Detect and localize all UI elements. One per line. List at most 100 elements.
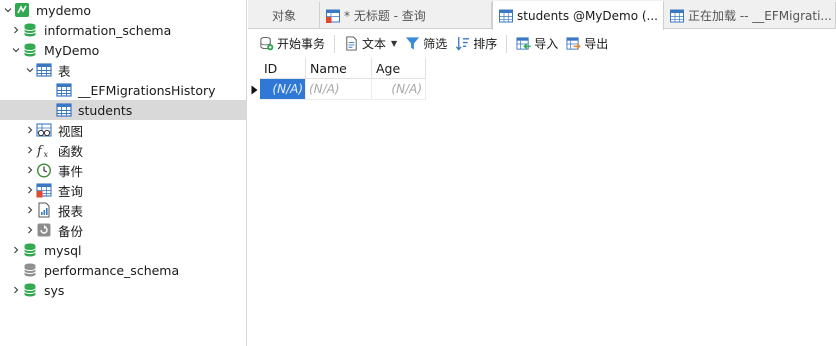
tree-item-reports-folder[interactable]: 报表 xyxy=(0,200,247,220)
tree-item-functions-folder[interactable]: fx 函数 xyxy=(0,140,247,160)
data-grid: ID Name Age (N/A) (N/A) (N/A) xyxy=(248,58,836,346)
column-header-label: Name xyxy=(310,61,347,76)
column-header-id[interactable]: ID xyxy=(260,58,306,79)
tree-item-label: 备份 xyxy=(58,223,84,239)
begin-transaction-label: 开始事务 xyxy=(277,37,326,51)
chevron-right-icon[interactable] xyxy=(24,180,36,200)
clock-icon xyxy=(36,162,52,178)
tree-item-label: 表 xyxy=(58,63,71,79)
tree-item-label: performance_schema xyxy=(44,262,180,278)
tree-item-label: sys xyxy=(44,282,65,298)
column-header-age[interactable]: Age xyxy=(372,58,426,79)
import-button[interactable]: 导入 xyxy=(512,33,562,55)
toolbar-divider xyxy=(506,34,508,53)
chevron-down-icon[interactable] xyxy=(2,0,14,20)
table-icon xyxy=(56,102,72,118)
export-label: 导出 xyxy=(584,37,609,51)
chevron-down-icon[interactable] xyxy=(10,40,22,60)
begin-transaction-button[interactable]: 开始事务 xyxy=(255,33,329,55)
tree-item-db-performance-schema[interactable]: performance_schema xyxy=(0,260,247,280)
chevron-right-icon[interactable] xyxy=(24,220,36,240)
chevron-right-icon[interactable] xyxy=(24,120,36,140)
toolbar-divider xyxy=(334,34,336,53)
transaction-icon xyxy=(260,36,274,51)
dropdown-caret-icon[interactable]: ▼ xyxy=(391,39,397,48)
cell-value: (N/A) xyxy=(272,82,303,96)
filter-label: 筛选 xyxy=(423,37,448,51)
text-view-button[interactable]: 文本 ▼ xyxy=(340,33,401,55)
chevron-right-icon[interactable] xyxy=(10,240,22,260)
report-icon xyxy=(36,202,52,218)
navigator-panel: mydemo information_schema MyDemo 表 __EFM… xyxy=(0,0,247,346)
database-icon xyxy=(22,42,38,58)
tab-students-table[interactable]: students @MyDemo (... xyxy=(492,1,664,30)
text-doc-icon xyxy=(346,36,357,51)
tree-item-label: 视图 xyxy=(58,123,84,139)
query-icon xyxy=(36,182,52,198)
tree-item-views-folder[interactable]: 视图 xyxy=(0,120,247,140)
filter-button[interactable]: 筛选 xyxy=(401,33,451,55)
tab-loading-efmigrations[interactable]: 正在加载 -- __EFMigrati... xyxy=(664,2,836,29)
sort-icon xyxy=(456,36,470,51)
tree-item-label: 报表 xyxy=(58,203,84,219)
column-header-label: ID xyxy=(264,61,278,76)
import-label: 导入 xyxy=(534,37,559,51)
query-tab-icon xyxy=(326,9,340,23)
tab-label: 对象 xyxy=(272,9,297,23)
data-toolbar: 开始事务 文本 ▼ 筛选 排序 导入 导出 xyxy=(248,30,836,57)
database-icon xyxy=(22,242,38,258)
column-header-label: Age xyxy=(376,61,401,76)
tree-item-label: information_schema xyxy=(44,22,172,38)
cell-value: (N/A) xyxy=(309,82,340,96)
cell-value: (N/A) xyxy=(391,82,422,96)
tables-icon xyxy=(36,62,52,78)
filter-icon xyxy=(406,37,420,50)
tree-item-queries-folder[interactable]: 查询 xyxy=(0,180,247,200)
tree-item-table-efmigrationshistory[interactable]: __EFMigrationsHistory xyxy=(0,80,247,100)
cell-name[interactable]: (N/A) xyxy=(306,79,372,100)
tree-item-tables-folder[interactable]: 表 xyxy=(0,60,247,80)
tab-untitled-query[interactable]: * 无标题 - 查询 xyxy=(320,2,492,29)
svg-text:x: x xyxy=(44,150,49,158)
tree-item-label: 事件 xyxy=(58,163,84,179)
tree-item-db-mydemo[interactable]: MyDemo xyxy=(0,40,247,60)
tree-item-label: __EFMigrationsHistory xyxy=(78,82,216,98)
database-icon xyxy=(22,282,38,298)
database-icon xyxy=(22,22,38,38)
connection-icon xyxy=(14,2,30,18)
tab-objects[interactable]: 对象 xyxy=(248,2,320,29)
export-button[interactable]: 导出 xyxy=(562,33,612,55)
chevron-right-icon[interactable] xyxy=(10,280,22,300)
text-view-label: 文本 xyxy=(362,37,387,51)
table-tab-icon xyxy=(670,9,684,23)
tree-item-db-sys[interactable]: sys xyxy=(0,280,247,300)
tree-item-events-folder[interactable]: 事件 xyxy=(0,160,247,180)
cell-age[interactable]: (N/A) xyxy=(372,79,426,100)
tree-item-label: mysql xyxy=(44,242,82,258)
tree-item-table-students[interactable]: students xyxy=(0,100,247,120)
view-icon xyxy=(36,122,52,138)
sort-button[interactable]: 排序 xyxy=(451,33,501,55)
export-icon xyxy=(566,37,581,50)
tab-bar: 对象 * 无标题 - 查询 students @MyDemo (... 正在加载… xyxy=(248,0,836,30)
chevron-right-icon[interactable] xyxy=(24,160,36,180)
tree-item-label: MyDemo xyxy=(44,42,100,58)
function-icon: fx xyxy=(36,142,52,158)
cell-id[interactable]: (N/A) xyxy=(260,79,306,100)
chevron-right-icon[interactable] xyxy=(24,140,36,160)
tree-item-db-mysql[interactable]: mysql xyxy=(0,240,247,260)
tab-label: 正在加载 -- __EFMigrati... xyxy=(688,9,832,23)
tree-item-connection-mydemo[interactable]: mydemo xyxy=(0,0,247,20)
tree-item-backups-folder[interactable]: 备份 xyxy=(0,220,247,240)
chevron-right-icon[interactable] xyxy=(10,20,22,40)
tree-item-label: 查询 xyxy=(58,183,84,199)
chevron-down-icon[interactable] xyxy=(24,60,36,80)
tab-label: students @MyDemo (... xyxy=(517,8,658,23)
tree-item-db-information-schema[interactable]: information_schema xyxy=(0,20,247,40)
import-icon xyxy=(516,37,531,50)
tree-item-label: mydemo xyxy=(36,2,92,18)
column-header-name[interactable]: Name xyxy=(306,58,372,79)
chevron-right-icon[interactable] xyxy=(24,200,36,220)
current-row-marker-icon xyxy=(248,79,260,100)
tab-label: * 无标题 - 查询 xyxy=(344,9,426,23)
